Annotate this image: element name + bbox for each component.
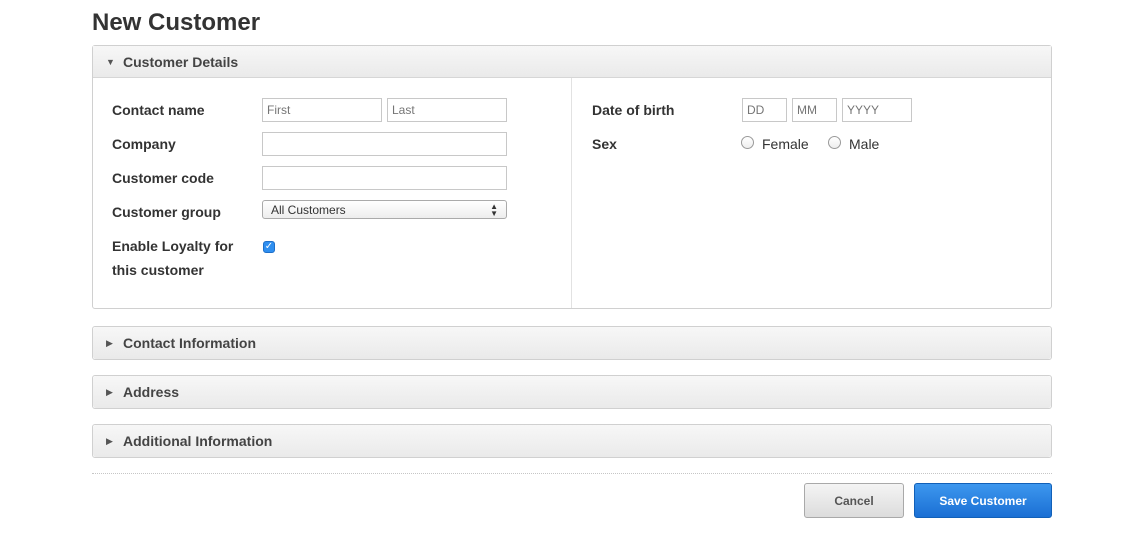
company-input[interactable] [262,132,507,156]
additional-information-header[interactable]: ▶ Additional Information [93,425,1051,457]
male-radio-label[interactable]: Male [849,136,879,152]
customer-code-label: Customer code [112,170,214,186]
new-customer-page: New Customer ▼ Customer Details Contact … [0,0,1142,533]
male-radio[interactable] [828,136,841,149]
additional-information-panel: ▶ Additional Information [92,424,1052,458]
dob-year-input[interactable] [842,98,912,122]
footer-divider [92,473,1052,474]
loyalty-label-line2: this customer [112,262,204,278]
caret-right-icon: ▶ [106,386,113,397]
caret-right-icon: ▶ [106,435,113,446]
dob-day-input[interactable] [742,98,787,122]
checkmark-icon: ✓ [264,241,274,252]
first-name-input[interactable] [262,98,382,122]
select-arrows-icon: ▲ ▼ [490,201,498,218]
contact-information-title: Contact Information [123,335,256,351]
caret-right-icon: ▶ [106,337,113,348]
customer-group-label: Customer group [112,204,221,220]
save-customer-button[interactable]: Save Customer [914,483,1052,518]
contact-information-panel: ▶ Contact Information [92,326,1052,360]
company-label: Company [112,136,176,152]
column-divider [571,78,572,308]
customer-group-value: All Customers [271,202,346,217]
customer-details-header[interactable]: ▼ Customer Details [93,46,1051,78]
contact-information-header[interactable]: ▶ Contact Information [93,327,1051,359]
sex-label: Sex [592,136,617,152]
address-header[interactable]: ▶ Address [93,376,1051,408]
caret-down-icon: ▼ [106,56,115,67]
contact-name-label: Contact name [112,102,205,118]
additional-information-title: Additional Information [123,433,273,449]
address-title: Address [123,384,180,400]
page-title: New Customer [92,9,261,36]
female-radio[interactable] [741,136,754,149]
dob-month-input[interactable] [792,98,837,122]
loyalty-checkbox[interactable]: ✓ [263,241,275,253]
address-panel: ▶ Address [92,375,1052,409]
customer-details-body: Contact name Company Customer code Custo… [93,78,1051,308]
loyalty-label-line1: Enable Loyalty for [112,238,234,254]
cancel-button[interactable]: Cancel [804,483,904,518]
customer-details-panel: ▼ Customer Details Contact name Company … [92,45,1052,309]
customer-code-input[interactable] [262,166,507,190]
customer-details-title: Customer Details [123,53,239,70]
customer-group-select[interactable]: All Customers ▲ ▼ [262,200,507,219]
last-name-input[interactable] [387,98,507,122]
female-radio-label[interactable]: Female [762,136,809,152]
date-of-birth-label: Date of birth [592,102,675,118]
